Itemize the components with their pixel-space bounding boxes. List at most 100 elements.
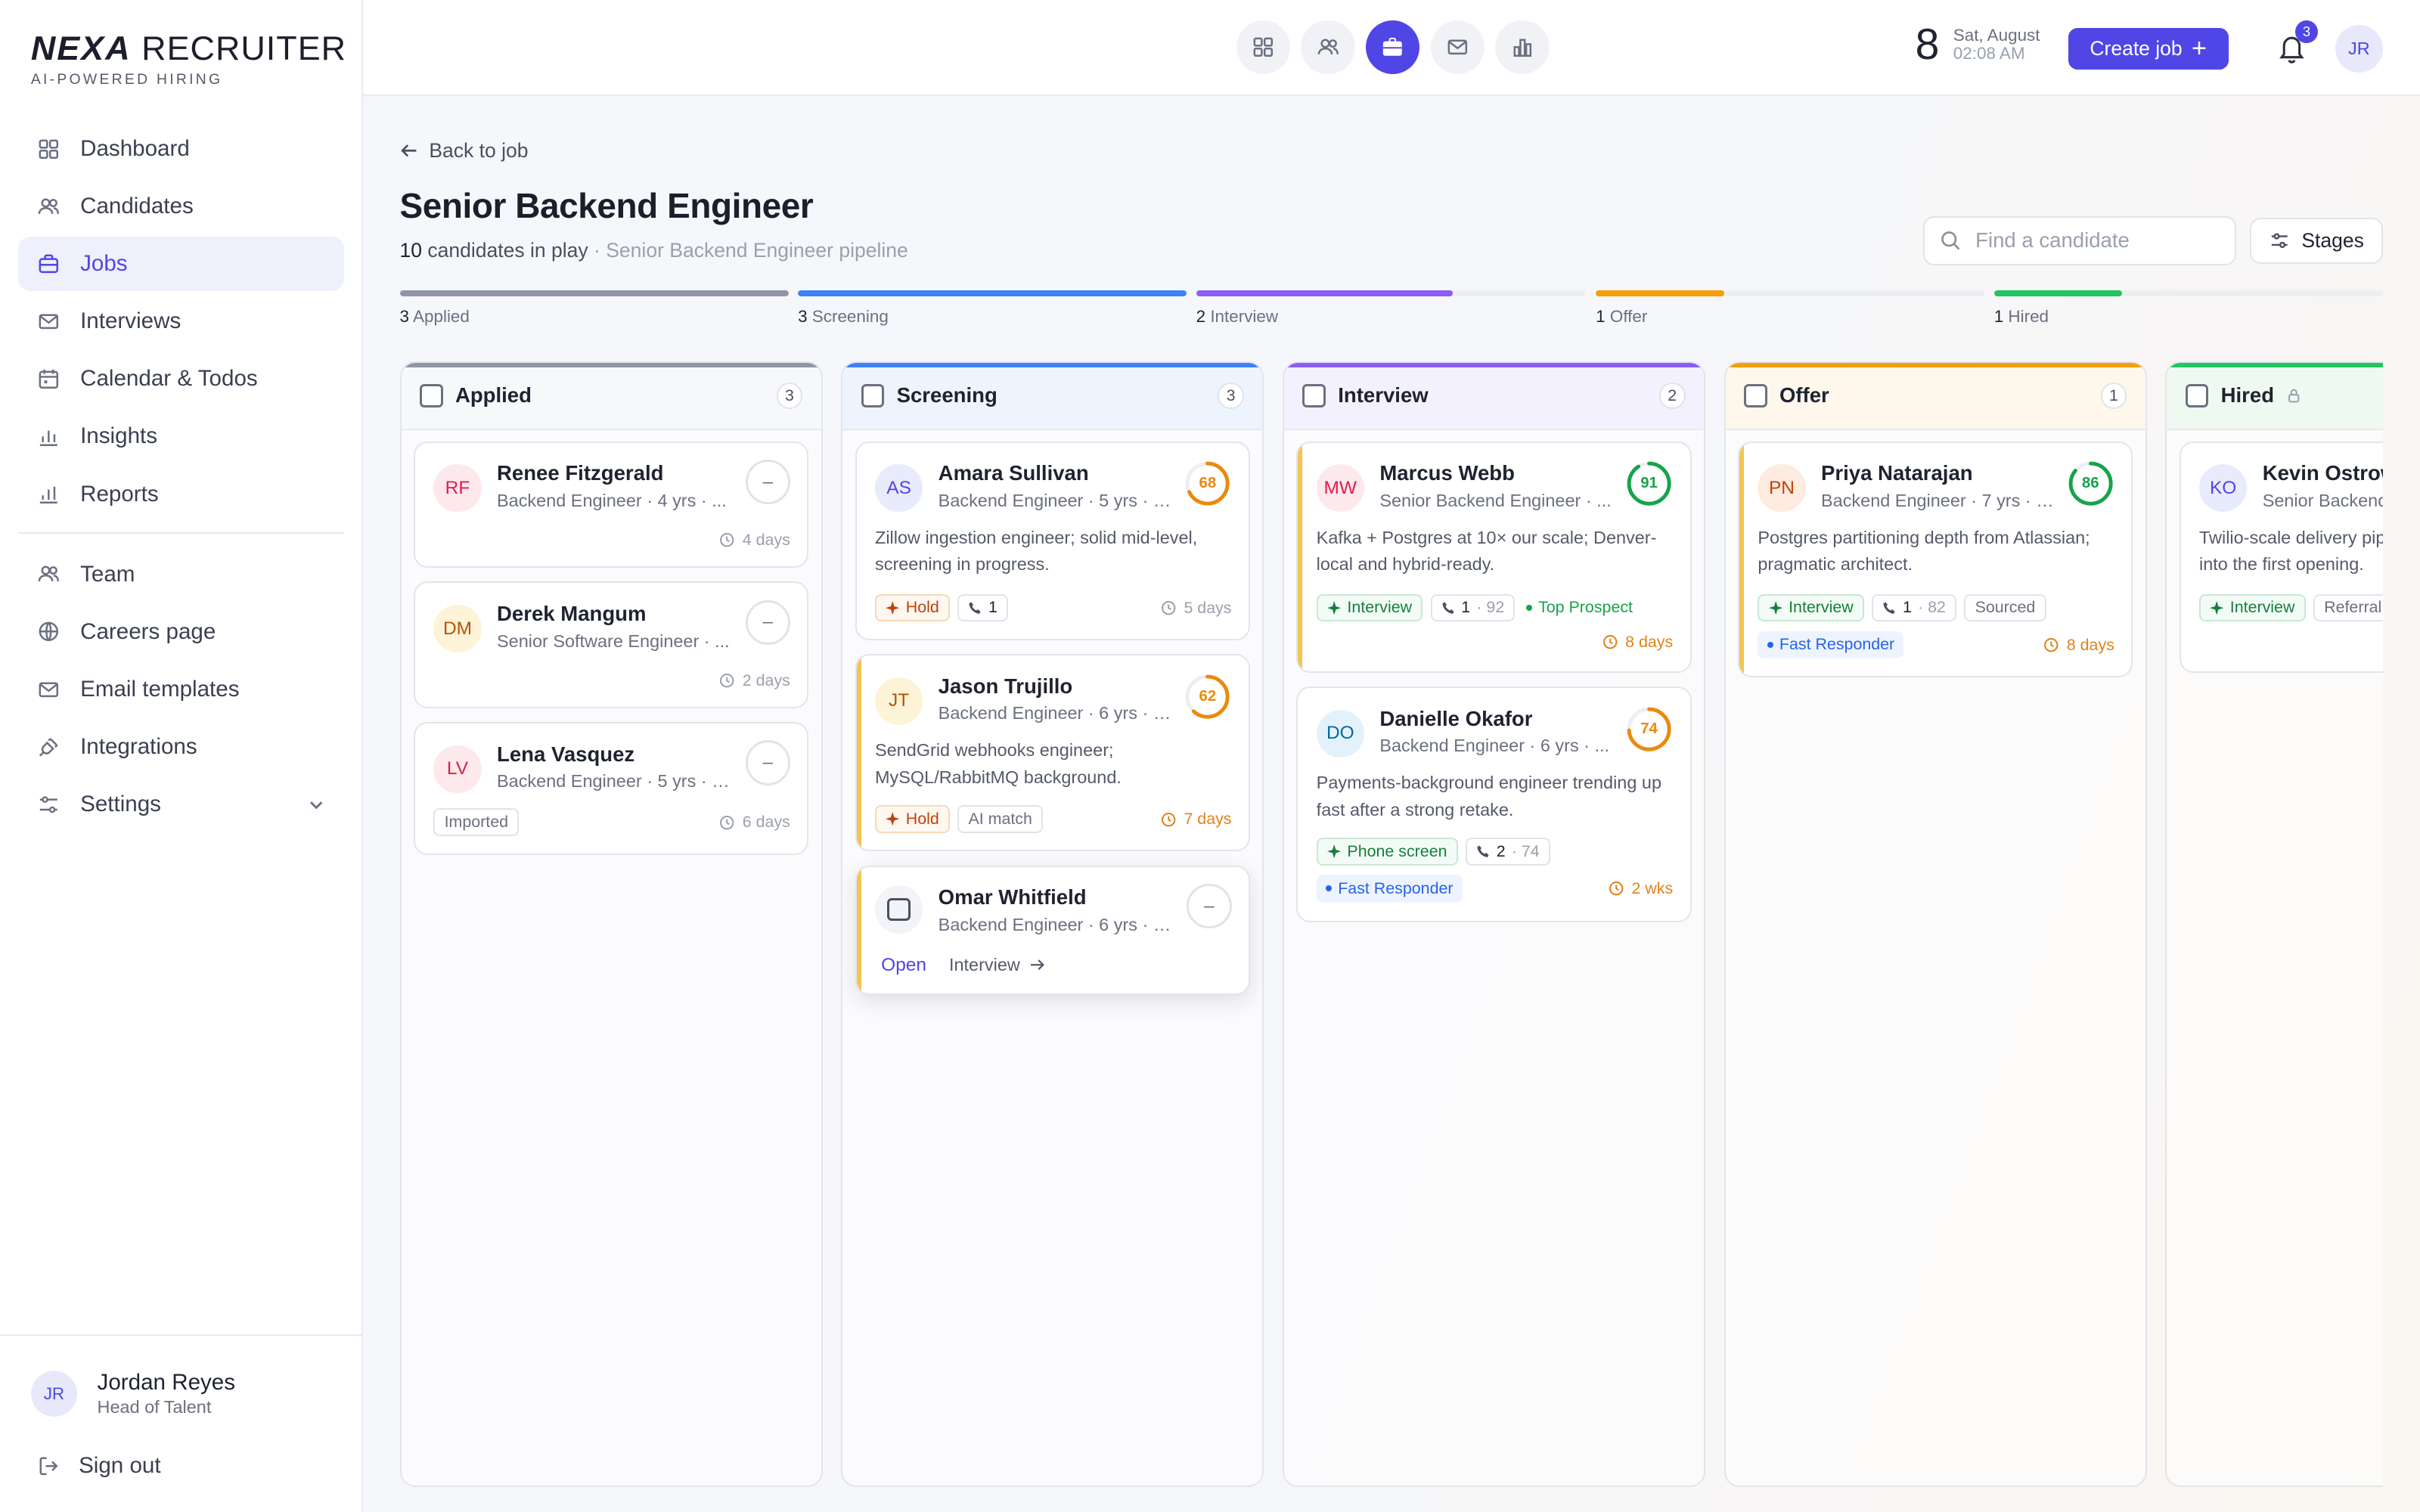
search-box	[1922, 215, 2237, 265]
time-label: 4 days	[742, 530, 790, 549]
time-in-stage: 8 days	[1602, 632, 1674, 652]
candidate-card-lena-vasquez[interactable]: LV Lena Vasquez Backend Engineer · 5 yrs…	[413, 722, 809, 855]
candidate-summary: Zillow ingestion engineer; solid mid-lev…	[875, 527, 1198, 575]
users-icon	[38, 198, 59, 214]
candidate-card-jason-trujillo[interactable]: JT Jason Trujillo Backend Engineer · 6 y…	[855, 654, 1250, 852]
candidate-name: Jason Trujillo	[938, 674, 1073, 698]
sidebar-item-interviews[interactable]: Interviews	[18, 295, 344, 349]
sidebar-item-settings[interactable]: Settings	[18, 777, 344, 831]
stages-button[interactable]: Stages	[2250, 217, 2383, 264]
progress-label: Offer	[1609, 307, 1648, 327]
time-label: 7 days	[1184, 810, 1232, 829]
card-tags: Hold AI match	[875, 805, 1044, 833]
sidebar-item-label: Insights	[80, 423, 158, 449]
sidebar-item-integrations[interactable]: Integrations	[18, 720, 344, 773]
candidate-count: 10	[399, 239, 423, 262]
insights-view-button[interactable]	[1495, 20, 1550, 74]
candidate-card-danielle-okafor[interactable]: DO Danielle Okafor Backend Engineer · 6 …	[1296, 686, 1692, 923]
sliders-icon	[39, 796, 57, 813]
jobs-view-button[interactable]	[1366, 20, 1420, 74]
candidates-view-button[interactable]	[1301, 20, 1355, 74]
sidebar-item-label: Jobs	[80, 251, 128, 277]
clock-icon	[1609, 881, 1624, 896]
phone-icon	[1477, 845, 1489, 858]
sidebar-item-careers[interactable]: Careers page	[18, 605, 344, 658]
card-flags: Fast Responder	[1758, 631, 1904, 659]
sidebar-item-reports[interactable]: Reports	[18, 467, 344, 521]
sidebar-item-label: Dashboard	[80, 135, 190, 161]
time-label: 8 days	[1625, 632, 1674, 651]
candidate-card-kevin-ostrow[interactable]: KO Kevin Ostrow Senior Backend Engineer …	[2179, 441, 2383, 673]
sparkle-icon	[1326, 600, 1342, 615]
calls-tag: 2 · 74	[1465, 838, 1550, 866]
sidebar-item-candidates[interactable]: Candidates	[18, 179, 344, 233]
brand-logo[interactable]: NEXA RECRUITER AI-POWERED HIRING	[31, 29, 346, 88]
calls-tag: 1 · 82	[1872, 593, 1957, 622]
select-candidate-checkbox[interactable]	[887, 897, 911, 922]
time-in-stage: 8 days	[2043, 636, 2114, 655]
select-column-checkbox[interactable]	[2185, 384, 2209, 407]
candidate-card-priya-natarajan[interactable]: PN Priya Natarajan Backend Engineer · 7 …	[1737, 441, 2133, 677]
move-to-interview-button[interactable]: Interview	[949, 955, 1045, 975]
briefcase-icon	[39, 254, 58, 273]
select-column-checkbox[interactable]	[420, 384, 443, 407]
topbar: 8 Sat, August 02:08 AM Create job + 3 JR	[362, 0, 2420, 96]
column-hired: Hired KO Kevin Ostrow Senior Backend Eng…	[2165, 361, 2383, 1488]
sidebar-item-label: Email templates	[80, 676, 240, 702]
select-column-checkbox[interactable]	[861, 384, 885, 407]
sidebar-item-email-templates[interactable]: Email templates	[18, 662, 344, 716]
date-label: Sat, August	[1953, 25, 2040, 45]
candidate-role: Backend Engineer · 5 yrs · e...	[938, 490, 1173, 510]
sidebar-item-calendar[interactable]: Calendar & Todos	[18, 352, 344, 406]
sidebar-item-team[interactable]: Team	[18, 547, 344, 601]
open-candidate-link[interactable]: Open	[881, 955, 926, 976]
progress-interview: 2 Interview	[1196, 290, 1585, 327]
column-header: Offer 1	[1725, 362, 2145, 431]
time-label: 6 days	[742, 813, 790, 832]
candidate-card-amara-sullivan[interactable]: AS Amara Sullivan Backend Engineer · 5 y…	[855, 441, 1250, 640]
arrow-right-icon	[1031, 959, 1044, 971]
mail-icon	[39, 682, 58, 697]
candidate-card-marcus-webb[interactable]: MW Marcus Webb Senior Backend Engineer ·…	[1296, 441, 1692, 673]
sidebar-item-label: Reports	[80, 481, 159, 507]
card-tags: Phone screen 2 · 74	[1316, 838, 1550, 866]
progress-screening: 3 Screening	[798, 290, 1187, 327]
sign-out-button[interactable]: Sign out	[37, 1453, 161, 1479]
grid-icon	[39, 139, 58, 159]
candidate-role: Backend Engineer · 6 yrs · ...	[1379, 736, 1610, 756]
sidebar-item-label: Careers page	[80, 618, 216, 644]
candidate-card-renee-fitzgerald[interactable]: RF Renee Fitzgerald Backend Engineer · 4…	[413, 441, 809, 568]
select-column-checkbox[interactable]	[1744, 384, 1767, 407]
search-input[interactable]	[1975, 228, 2223, 253]
avatar[interactable]: JR	[2335, 24, 2383, 73]
phone-icon	[969, 602, 981, 614]
match-score-ring: 91	[1625, 460, 1673, 507]
clock-icon	[720, 673, 734, 688]
candidate-card-omar-whitfield[interactable]: Omar Whitfield Backend Engineer · 6 yrs …	[855, 865, 1250, 996]
kanban-board: Applied 3 RF Renee Fitzgerald Backend En…	[399, 361, 2383, 1488]
sidebar-item-jobs[interactable]: Jobs	[18, 237, 345, 291]
user-profile[interactable]: JR Jordan Reyes Head of Talent	[30, 1370, 235, 1418]
phone-icon	[1442, 602, 1454, 614]
sidebar-item-dashboard[interactable]: Dashboard	[18, 122, 344, 175]
calls-count: 1	[988, 598, 997, 617]
column-interview: Interview 2 MW Marcus Webb Senior Backen…	[1282, 361, 1706, 1488]
column-title: Offer	[1779, 383, 1829, 407]
dashboard-view-button[interactable]	[1236, 20, 1291, 74]
inbox-view-button[interactable]	[1430, 20, 1485, 74]
sidebar-item-insights[interactable]: Insights	[18, 410, 344, 463]
column-title: Hired	[2220, 383, 2275, 407]
avatar: JT	[875, 677, 923, 726]
back-label: Back to job	[429, 138, 529, 162]
create-job-button[interactable]: Create job +	[2068, 27, 2229, 70]
candidate-name: Derek Mangum	[497, 601, 647, 625]
back-to-job-link[interactable]: Back to job	[400, 139, 529, 163]
flag-label: Top Prospect	[1538, 598, 1633, 617]
select-column-checkbox[interactable]	[1302, 384, 1326, 407]
match-score-value: 68	[1199, 475, 1217, 492]
candidate-card-derek-mangum[interactable]: DM Derek Mangum Senior Software Engineer…	[413, 581, 809, 708]
calls-count: 2	[1496, 841, 1506, 860]
progress-applied: 3 Applied	[399, 290, 789, 327]
avatar: KO	[2199, 464, 2248, 513]
progress-fill	[1993, 290, 2123, 296]
